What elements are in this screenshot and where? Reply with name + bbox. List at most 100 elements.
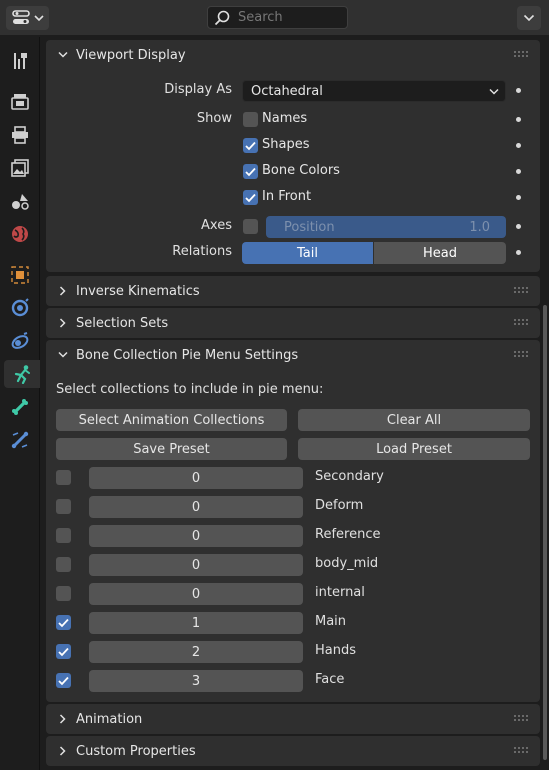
button-label: Save Preset [133, 441, 210, 457]
position-value: 1.0 [469, 219, 490, 235]
collection-order-field[interactable]: 0 [89, 496, 303, 518]
tab-physics[interactable] [4, 327, 36, 355]
relations-head-label: Head [423, 245, 457, 261]
search-input[interactable]: Search [207, 6, 348, 29]
vertical-scrollbar[interactable] [543, 305, 547, 760]
checkmark-icon [245, 141, 256, 150]
tab-modifier[interactable] [4, 294, 36, 322]
tab-scene[interactable] [4, 187, 36, 215]
in-front-checkbox[interactable] [243, 190, 258, 205]
drag-grip-icon[interactable] [514, 51, 528, 59]
tab-bone-constraint[interactable] [4, 426, 36, 454]
properties-header: Search [0, 0, 549, 36]
collection-order-field[interactable]: 3 [89, 670, 303, 692]
axes-checkbox[interactable] [243, 219, 258, 234]
collection-order-field[interactable]: 0 [89, 467, 303, 489]
save-preset-button[interactable]: Save Preset [56, 438, 287, 460]
chevron-down-icon [523, 14, 535, 22]
collection-checkbox[interactable] [56, 557, 71, 572]
button-label: Load Preset [376, 441, 452, 457]
select-animation-collections-button[interactable]: Select Animation Collections [56, 409, 287, 431]
keyframe-dot-icon[interactable] [516, 195, 521, 200]
custom-properties-header[interactable]: Custom Properties [46, 736, 540, 766]
keyframe-dot-icon[interactable] [516, 143, 521, 148]
drag-grip-icon[interactable] [514, 747, 528, 755]
custom-properties-panel: Custom Properties [46, 736, 540, 766]
chevron-right-icon [59, 746, 66, 756]
keyframe-dot-icon[interactable] [516, 169, 521, 174]
names-checkbox[interactable] [243, 112, 258, 127]
collection-checkbox[interactable] [56, 499, 71, 514]
collection-checkbox[interactable] [56, 615, 71, 630]
bone-colors-checkbox[interactable] [243, 164, 258, 179]
in-front-label: In Front [262, 189, 312, 204]
selection-sets-header[interactable]: Selection Sets [46, 308, 540, 338]
tab-world[interactable] [4, 220, 36, 248]
viewport-display-header[interactable]: Viewport Display [46, 40, 540, 70]
collection-order-field[interactable]: 2 [89, 641, 303, 663]
relations-label: Relations [172, 244, 232, 259]
drag-grip-icon[interactable] [514, 287, 528, 295]
collection-order-field[interactable]: 1 [89, 612, 303, 634]
collection-checkbox[interactable] [56, 644, 71, 659]
collection-order-field[interactable]: 0 [89, 583, 303, 605]
collection-checkbox[interactable] [56, 586, 71, 601]
display-as-label: Display As [164, 82, 232, 97]
keyframe-dot-icon[interactable] [516, 88, 521, 93]
physics-icon [11, 332, 29, 349]
animation-header[interactable]: Animation [46, 704, 540, 734]
collection-checkbox[interactable] [56, 673, 71, 688]
display-as-dropdown[interactable]: Octahedral [242, 80, 506, 102]
checkmark-icon [58, 676, 69, 685]
pie-menu-settings-header[interactable]: Bone Collection Pie Menu Settings [46, 340, 540, 370]
order-value: 1 [191, 615, 201, 631]
collection-checkbox[interactable] [56, 470, 71, 485]
properties-tabs-sidebar [0, 37, 40, 770]
drag-grip-icon[interactable] [514, 715, 528, 723]
scene-icon [12, 194, 29, 210]
tab-bone[interactable] [4, 393, 36, 421]
relations-head-button[interactable]: Head [374, 242, 506, 264]
panel-title: Animation [76, 711, 143, 727]
position-label: Position [284, 219, 335, 235]
collection-order-field[interactable]: 0 [89, 525, 303, 547]
load-preset-button[interactable]: Load Preset [298, 438, 530, 460]
show-label: Show [196, 111, 232, 126]
collection-name: Reference [315, 527, 381, 542]
tab-output[interactable] [4, 121, 36, 149]
view-layer-icon [11, 159, 29, 177]
chevron-down-icon [489, 88, 499, 95]
tab-tool[interactable] [4, 47, 36, 75]
keyframe-dot-icon[interactable] [516, 117, 521, 122]
order-value: 0 [191, 586, 201, 602]
tab-render[interactable] [4, 88, 36, 116]
chevron-down-icon [34, 15, 44, 22]
tab-view-layer[interactable] [4, 154, 36, 182]
chevron-down-icon [58, 351, 68, 358]
order-value: 0 [191, 557, 201, 573]
axes-position-slider[interactable]: Position 1.0 [266, 216, 506, 238]
search-icon [214, 10, 230, 25]
relations-tail-button[interactable]: Tail [242, 242, 373, 264]
clear-all-button[interactable]: Clear All [298, 409, 530, 431]
keyframe-dot-icon[interactable] [516, 250, 521, 255]
tab-armature-data[interactable] [4, 360, 40, 388]
panel-title: Inverse Kinematics [76, 283, 200, 299]
collection-order-field[interactable]: 0 [89, 554, 303, 576]
search-placeholder: Search [238, 10, 283, 25]
bone-icon [12, 399, 28, 415]
world-icon [12, 226, 28, 242]
order-value: 0 [191, 528, 201, 544]
inverse-kinematics-header[interactable]: Inverse Kinematics [46, 276, 540, 306]
order-value: 2 [191, 644, 201, 660]
tab-object[interactable] [4, 261, 36, 289]
collection-checkbox[interactable] [56, 528, 71, 543]
options-dropdown-button[interactable] [517, 6, 541, 30]
keyframe-dot-icon[interactable] [516, 224, 521, 229]
drag-grip-icon[interactable] [514, 319, 528, 327]
panel-title: Selection Sets [76, 315, 169, 331]
editor-type-button[interactable] [6, 6, 49, 30]
display-as-value: Octahedral [251, 83, 323, 99]
drag-grip-icon[interactable] [514, 351, 528, 359]
shapes-checkbox[interactable] [243, 138, 258, 153]
